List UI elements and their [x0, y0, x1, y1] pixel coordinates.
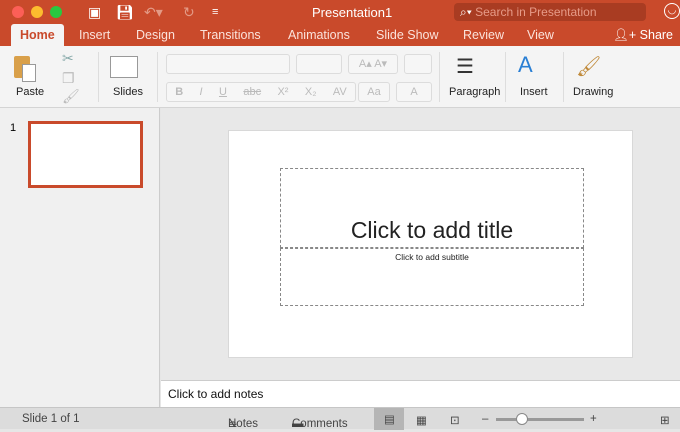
clear-formatting-button[interactable]: [404, 54, 432, 74]
tab-review[interactable]: Review: [463, 28, 504, 42]
zoom-out-button[interactable]: –: [482, 413, 488, 425]
ribbon: Paste ✂ ❐ 🖌︎ Slides A▴ A▾ B I U abc X² X…: [0, 46, 680, 108]
sidebar-toggle-icon[interactable]: ▣: [88, 4, 101, 21]
slide-layout-icon: [110, 56, 138, 78]
maximize-button[interactable]: [50, 6, 62, 18]
paste-button[interactable]: Paste: [10, 52, 50, 102]
insert-button[interactable]: Insert: [520, 86, 548, 98]
tab-insert[interactable]: Insert: [79, 28, 110, 42]
zoom-in-button[interactable]: +: [590, 413, 597, 425]
slide-thumbnail[interactable]: [28, 121, 143, 188]
tab-home[interactable]: Home: [11, 24, 64, 46]
format-painter-icon[interactable]: 🖌︎: [62, 88, 80, 105]
superscript-button[interactable]: X²: [277, 83, 288, 101]
status-bar: Slide 1 of 1 ≘ Notes ▬ Comments ▤ ▦ ⊡ – …: [0, 407, 680, 429]
paragraph-button[interactable]: Paragraph: [449, 86, 500, 98]
slides-button[interactable]: Slides: [108, 56, 148, 102]
redo-icon[interactable]: ↻: [183, 4, 195, 21]
search-input[interactable]: ⌕▾ Search in Presentation: [454, 3, 646, 21]
italic-button[interactable]: I: [200, 83, 203, 101]
notes-input[interactable]: Click to add notes: [161, 380, 680, 407]
add-person-icon: 👤︎+: [613, 28, 640, 42]
presenter-view-icon[interactable]: ⊡: [450, 413, 460, 427]
close-button[interactable]: [12, 6, 24, 18]
ribbon-tabs: Home Insert Design Transitions Animation…: [0, 24, 680, 46]
bold-button[interactable]: B: [175, 83, 183, 101]
normal-view-button[interactable]: ▤: [374, 408, 404, 430]
change-case-button[interactable]: Aa: [358, 82, 390, 102]
title-placeholder-text: Click to add title: [281, 217, 583, 244]
subscript-button[interactable]: X₂: [305, 83, 317, 101]
share-button[interactable]: 👤︎+ Share: [613, 28, 673, 43]
divider: [439, 52, 440, 102]
tab-slide-show[interactable]: Slide Show: [376, 28, 439, 42]
cut-icon[interactable]: ✂: [62, 50, 74, 67]
save-icon[interactable]: 💾︎: [116, 4, 134, 21]
feedback-smiley-icon[interactable]: ◡: [664, 3, 680, 19]
subtitle-placeholder-text: Click to add subtitle: [281, 252, 583, 262]
zoom-slider-knob[interactable]: [516, 413, 528, 425]
strikethrough-button[interactable]: abc: [243, 83, 261, 101]
tab-view[interactable]: View: [527, 28, 554, 42]
undo-icon[interactable]: ↶▾: [144, 4, 163, 21]
fit-to-window-icon[interactable]: ⊞: [660, 413, 670, 427]
underline-button[interactable]: U: [219, 83, 227, 101]
copy-icon[interactable]: ❐: [62, 70, 75, 87]
paste-label: Paste: [16, 86, 44, 98]
font-size-dropdown[interactable]: [296, 54, 342, 74]
font-name-dropdown[interactable]: [166, 54, 290, 74]
slide-editor: Click to add title Click to add subtitle: [161, 108, 680, 380]
font-size-buttons[interactable]: A▴ A▾: [348, 54, 398, 74]
format-buttons: B I U abc X² X₂ AV: [166, 82, 356, 102]
text-box-icon[interactable]: A: [518, 52, 533, 78]
slide-canvas: Click to add title Click to add subtitle: [228, 130, 633, 358]
drawing-brush-icon[interactable]: 🖌︎: [576, 54, 601, 79]
tab-animations[interactable]: Animations: [288, 28, 350, 42]
slides-label: Slides: [113, 86, 143, 98]
minimize-button[interactable]: [31, 6, 43, 18]
character-spacing-button[interactable]: AV: [333, 83, 347, 101]
tab-transitions[interactable]: Transitions: [200, 28, 261, 42]
zoom-slider[interactable]: [496, 418, 584, 421]
divider: [157, 52, 158, 102]
subtitle-placeholder[interactable]: Click to add subtitle: [280, 248, 584, 306]
slide-count: Slide 1 of 1: [22, 413, 80, 425]
window-title: Presentation1: [312, 5, 392, 20]
title-placeholder[interactable]: Click to add title: [280, 168, 584, 248]
divider: [505, 52, 506, 102]
drawing-button[interactable]: Drawing: [573, 86, 613, 98]
divider: [98, 52, 99, 102]
search-icon: ⌕▾: [460, 5, 475, 19]
font-color-button[interactable]: A: [396, 82, 432, 102]
paragraph-align-icon[interactable]: ☰: [456, 54, 474, 79]
title-bar: ▣ 💾︎ ↶▾ ↻ ≡ Presentation1 ⌕▾ Search in P…: [0, 0, 680, 24]
thumbnail-number: 1: [10, 122, 16, 134]
normal-view-icon: ▤: [384, 412, 395, 426]
customize-toolbar-icon[interactable]: ≡: [212, 6, 218, 18]
tab-design[interactable]: Design: [136, 28, 175, 42]
slide-thumbnail-pane: 1: [0, 108, 160, 407]
slide-sorter-icon[interactable]: ▦: [416, 413, 427, 427]
divider: [563, 52, 564, 102]
